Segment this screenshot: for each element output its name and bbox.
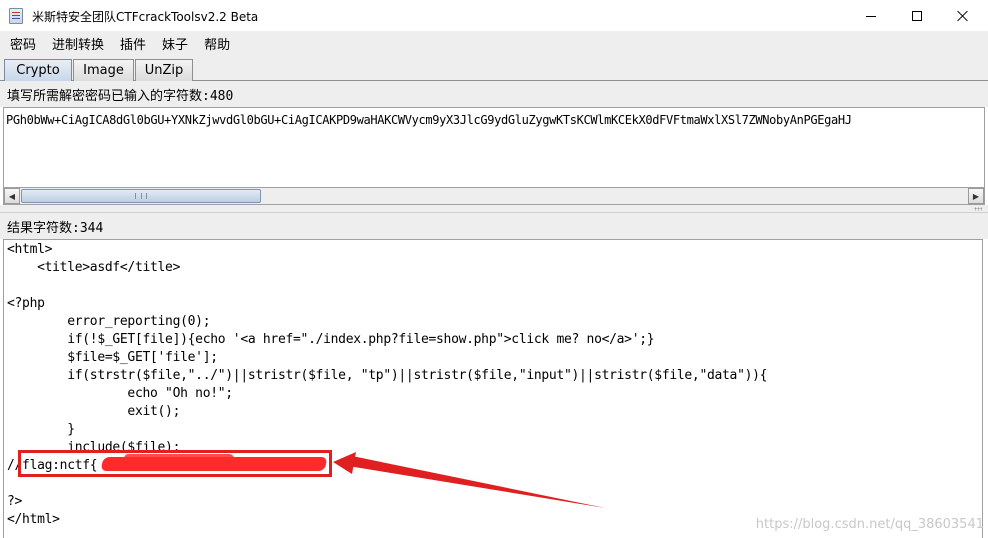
input-char-count: 已输入的字符数:480 xyxy=(111,88,234,104)
code-line: ?> xyxy=(7,494,23,509)
minimize-icon xyxy=(866,15,876,17)
scroll-right-button[interactable]: ▶ xyxy=(968,188,984,204)
code-line: $file=$_GET['file']; xyxy=(7,350,218,365)
tab-bar: Crypto Image UnZip xyxy=(0,54,988,81)
menu-help[interactable]: 帮助 xyxy=(204,34,230,53)
grip-icon xyxy=(135,193,147,199)
split-pane-divider[interactable] xyxy=(0,205,988,213)
scroll-thumb[interactable] xyxy=(21,189,261,203)
flag-highlight-box xyxy=(18,450,332,477)
window-title: 米斯特安全团队CTFcrackToolsv2.2 Beta xyxy=(32,10,259,24)
input-label: 填写所需解密密码 xyxy=(7,88,112,104)
input-header: 填写所需解密密码 已输入的字符数:480 xyxy=(0,81,988,107)
divider-grip-icon xyxy=(974,207,982,211)
code-line: <?php xyxy=(7,296,45,311)
close-icon xyxy=(957,10,969,22)
tab-crypto[interactable]: Crypto xyxy=(4,59,72,81)
minimize-button[interactable] xyxy=(848,0,894,32)
maximize-icon xyxy=(912,11,922,21)
result-header: 结果 字符数:344 xyxy=(0,213,988,239)
code-line: if(strstr($file,"../")||stristr($file, "… xyxy=(7,368,768,383)
code-line: error_reporting(0); xyxy=(7,314,211,329)
cipher-input-text: PGh0bWw+CiAgICA8dGl0bGU+YXNkZjwvdGl0bGU+… xyxy=(6,113,852,127)
code-line: <title>asdf</title> xyxy=(7,260,181,275)
result-label: 结果 xyxy=(7,220,34,236)
result-output-textarea[interactable]: <html> <title>asdf</title> <?php error_r… xyxy=(3,239,983,538)
menu-plugins[interactable]: 插件 xyxy=(120,34,146,53)
menu-password[interactable]: 密码 xyxy=(10,34,36,53)
code-line: } xyxy=(7,422,75,437)
watermark: https://blog.csdn.net/qq_38603541 xyxy=(755,517,984,532)
menu-base-conversion[interactable]: 进制转换 xyxy=(52,34,104,53)
code-line: exit(); xyxy=(7,404,181,419)
maximize-button[interactable] xyxy=(894,0,940,32)
code-line: </html> xyxy=(7,512,60,527)
tab-unzip[interactable]: UnZip xyxy=(135,59,193,81)
java-app-icon xyxy=(9,8,23,24)
result-char-count: 字符数:344 xyxy=(33,220,104,236)
code-line: if(!$_GET[file]){echo '<a href="./index.… xyxy=(7,332,655,347)
menu-girls[interactable]: 妹子 xyxy=(162,34,188,53)
cipher-input-textarea[interactable]: PGh0bWw+CiAgICA8dGl0bGU+YXNkZjwvdGl0bGU+… xyxy=(3,107,985,187)
scroll-left-button[interactable]: ◀ xyxy=(4,188,20,204)
input-horizontal-scrollbar[interactable]: ◀ ▶ xyxy=(3,187,985,205)
tab-image[interactable]: Image xyxy=(73,59,134,81)
title-bar: 米斯特安全团队CTFcrackToolsv2.2 Beta xyxy=(0,0,988,32)
code-line: <html> xyxy=(7,242,53,257)
menu-bar: 密码 进制转换 插件 妹子 帮助 xyxy=(0,32,988,54)
close-button[interactable] xyxy=(940,0,986,32)
code-line: echo "Oh no!"; xyxy=(7,386,233,401)
